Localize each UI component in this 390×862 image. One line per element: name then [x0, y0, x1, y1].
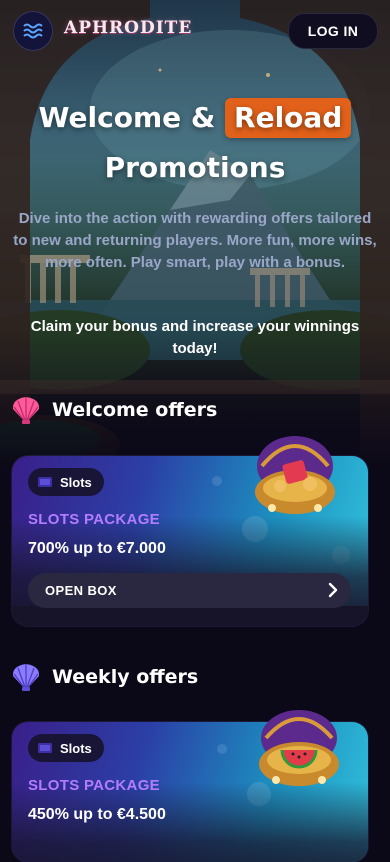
blue-seashell-icon	[12, 664, 40, 691]
hero-title-part1: Welcome &	[38, 101, 216, 134]
hero-claim-text: Claim your bonus and increase your winni…	[30, 318, 360, 357]
section-header-welcome-offers: Welcome offers	[10, 392, 217, 428]
package-amount: 450% up to €4.500	[28, 806, 166, 823]
hero-title-part2: Promotions	[104, 151, 286, 184]
login-button[interactable]: LOG IN	[288, 13, 378, 49]
chip-label: Slots	[60, 740, 92, 756]
wave-menu-icon	[23, 23, 43, 39]
slots-icon	[38, 743, 52, 753]
top-header: APHRODITE LOG IN	[0, 0, 390, 62]
section-title-weekly: Weekly offers	[52, 666, 199, 688]
hero-title-highlight: Reload	[225, 98, 352, 138]
site-logo[interactable]: APHRODITE	[64, 18, 192, 38]
section-title-welcome: Welcome offers	[52, 399, 218, 421]
card-fade	[12, 516, 368, 626]
package-amount: 700% up to €7.000	[28, 540, 166, 557]
menu-button[interactable]	[14, 12, 52, 50]
hero-subtitle: Dive into the action with rewarding offe…	[13, 210, 377, 271]
open-box-button[interactable]: OPEN BOX	[28, 573, 351, 608]
package-title: SLOTS PACKAGE	[28, 777, 160, 794]
open-box-label: OPEN BOX	[45, 583, 117, 598]
category-chip[interactable]: Slots	[28, 468, 104, 496]
pink-seashell-icon	[12, 397, 40, 424]
hero-title: Welcome & Reload Promotions	[0, 92, 390, 194]
chip-label: Slots	[60, 474, 92, 490]
chevron-right-icon	[328, 582, 338, 598]
section-header-weekly-offers: Weekly offers	[10, 659, 198, 695]
category-chip[interactable]: Slots	[28, 734, 104, 762]
package-title: SLOTS PACKAGE	[28, 511, 160, 528]
treasure-clam-watermelon-illustration	[259, 710, 339, 786]
slots-icon	[38, 477, 52, 487]
treasure-clam-slots-illustration	[255, 436, 335, 514]
